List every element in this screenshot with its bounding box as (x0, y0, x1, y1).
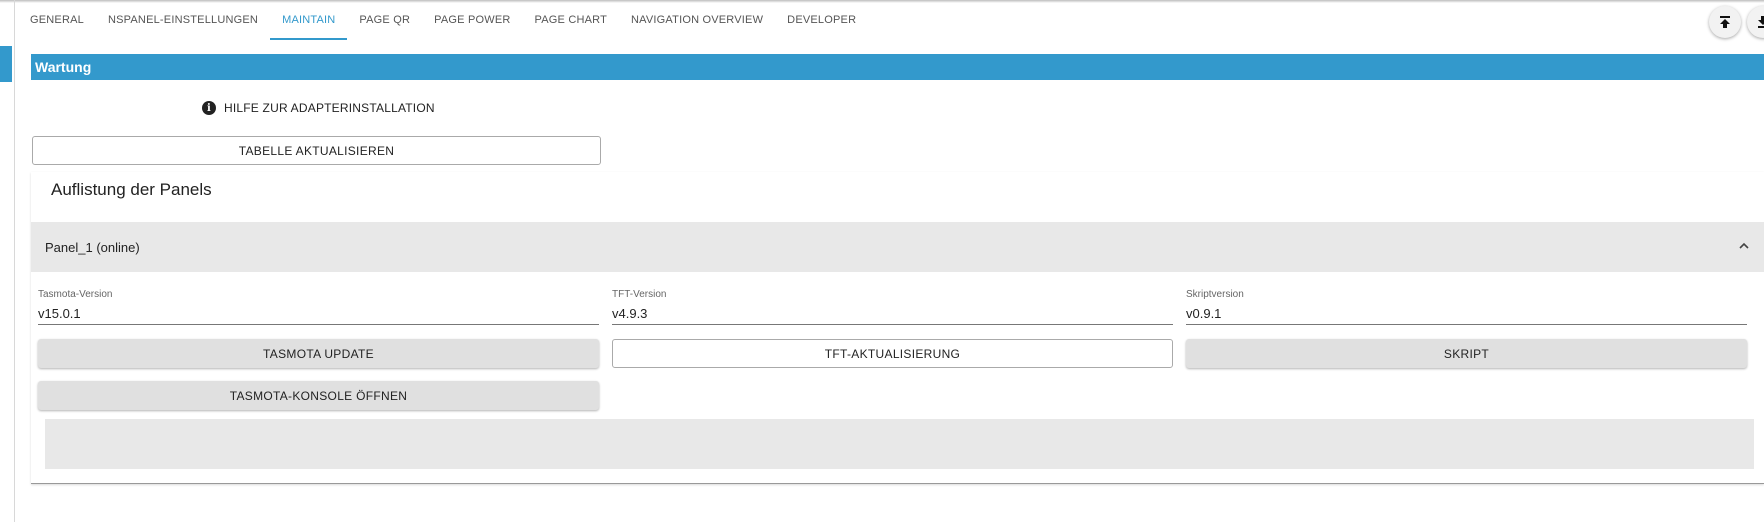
download-icon (1758, 16, 1764, 28)
help-label: HILFE ZUR ADAPTERINSTALLATION (224, 101, 435, 115)
info-icon: i (202, 101, 216, 115)
section-title: Wartung (35, 59, 92, 75)
tab-nspanel-einstellungen[interactable]: NSPANEL-EINSTELLUNGEN (96, 0, 270, 40)
tasmota-version-field[interactable]: Tasmota-Version v15.0.1 (38, 289, 599, 325)
panel-name: Panel_1 (online) (45, 239, 140, 255)
script-version-value[interactable]: v0.9.1 (1186, 303, 1747, 325)
chevron-up-icon[interactable] (1738, 240, 1750, 252)
panels-title: Auflistung der Panels (51, 180, 212, 199)
download-button[interactable] (1747, 6, 1764, 38)
tft-version-field[interactable]: TFT-Version v4.9.3 (612, 289, 1173, 325)
tasmota-version-label: Tasmota-Version (38, 289, 113, 300)
tft-update-button[interactable]: TFT-AKTUALISIERUNG (612, 339, 1173, 368)
tab-navigation-overview[interactable]: NAVIGATION OVERVIEW (619, 0, 775, 40)
left-rail (14, 0, 15, 522)
script-version-field[interactable]: Skriptversion v0.9.1 (1186, 289, 1747, 325)
tab-page-qr[interactable]: PAGE QR (347, 0, 422, 40)
panel-accordion-header[interactable]: Panel_1 (online) (31, 222, 1764, 272)
output-box (45, 419, 1754, 469)
section-header: Wartung (31, 54, 1764, 80)
tasmota-console-button[interactable]: TASMOTA-KONSOLE ÖFFNEN (38, 381, 599, 410)
tab-bar: GENERAL NSPANEL-EINSTELLUNGEN MAINTAIN P… (18, 0, 868, 40)
tab-page-chart[interactable]: PAGE CHART (523, 0, 620, 40)
tab-developer[interactable]: DEVELOPER (775, 0, 868, 40)
tasmota-update-button[interactable]: TASMOTA UPDATE (38, 339, 599, 368)
tab-general[interactable]: GENERAL (18, 0, 96, 40)
upload-button[interactable] (1709, 6, 1741, 38)
page: GENERAL NSPANEL-EINSTELLUNGEN MAINTAIN P… (0, 0, 1764, 522)
tft-version-value[interactable]: v4.9.3 (612, 303, 1173, 325)
left-accent-bar (0, 46, 12, 82)
help-link[interactable]: i HILFE ZUR ADAPTERINSTALLATION (202, 99, 435, 117)
tft-version-label: TFT-Version (612, 289, 667, 300)
tab-maintain[interactable]: MAINTAIN (270, 0, 348, 40)
refresh-table-button[interactable]: TABELLE AKTUALISIEREN (32, 136, 601, 165)
tasmota-version-value[interactable]: v15.0.1 (38, 303, 599, 325)
tab-page-power[interactable]: PAGE POWER (422, 0, 522, 40)
upload-icon (1720, 16, 1730, 28)
script-version-label: Skriptversion (1186, 289, 1244, 300)
script-button[interactable]: SKRIPT (1186, 339, 1747, 368)
